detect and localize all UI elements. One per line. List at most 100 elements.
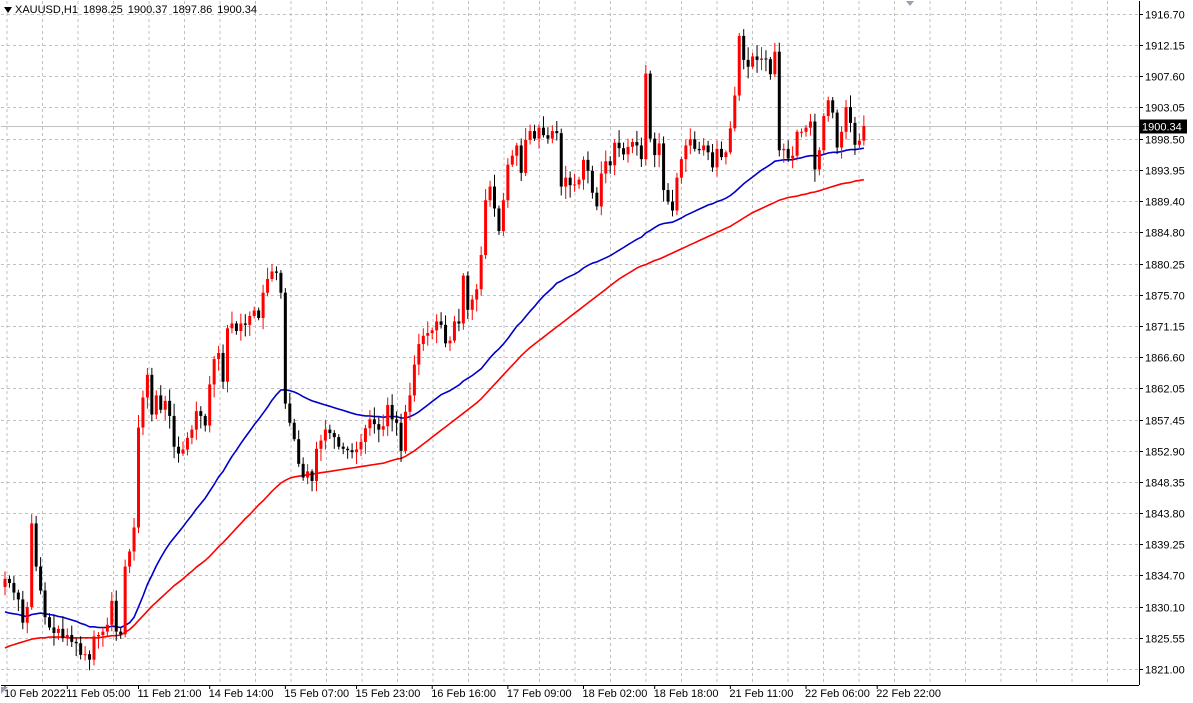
candle-body [355,449,359,453]
candle-body [684,145,688,160]
candle-body [283,292,287,404]
candle-body [123,566,127,635]
moving-average-slow [4,178,865,649]
candle-body [297,439,301,464]
x-tick-label: 14 Feb 14:00 [209,688,274,700]
candle-body [822,116,826,151]
candle-body [7,578,11,583]
candle-body [30,523,34,607]
candle-body [653,138,657,156]
candle-body [359,441,363,450]
candle-body [800,131,804,133]
candle-body [760,58,763,60]
candle-body [590,170,594,193]
candle-body [452,321,456,341]
candle-body [34,523,38,567]
candle-body [163,400,167,410]
candle-body [332,433,336,438]
candle-body [43,590,47,618]
candle-body [159,395,163,410]
candle-body [573,184,577,186]
candle-body [168,400,172,416]
candle-body [79,643,83,655]
candle-body [488,186,492,201]
y-tick-label: 1862.05 [1145,384,1185,396]
candle-body [404,411,407,451]
candle-body [831,100,835,113]
x-tick-label: 22 Feb 22:00 [876,688,941,700]
candle-body [613,142,617,166]
x-tick-label: 15 Feb 07:00 [284,688,349,700]
x-tick-label: 22 Feb 06:00 [805,688,870,700]
candle-body [528,131,532,140]
candle-body [635,142,639,146]
candle-body [74,641,78,644]
candle-body [132,527,136,552]
candle-body [92,636,96,660]
candle-body [537,127,541,139]
x-tick-label: 11 Feb 05:00 [66,688,130,700]
y-tick-label: 1903.05 [1145,103,1185,115]
candle-body [114,600,118,632]
candle-body [506,164,510,201]
candle-body [288,403,292,423]
candle-body [782,148,786,151]
candle-body [177,446,181,454]
candle-body [221,352,225,382]
x-tick-label: 15 Feb 23:00 [356,688,421,700]
candle-body [395,419,399,423]
candle-body [346,448,350,451]
candle-body [497,208,501,232]
candle-body [70,635,74,642]
candle-body [39,566,43,591]
candle-body [368,419,372,429]
candle-body [622,148,626,155]
candle-body [181,449,185,454]
y-tick-label: 1893.95 [1145,166,1185,178]
candle-body [479,255,483,290]
candle-body [301,463,305,478]
candle-body [341,446,345,449]
candle-body [493,186,496,209]
candle-body [564,177,568,187]
candle-body [421,335,425,345]
candle-body [844,107,848,132]
chart-canvas[interactable]: 1916.70 1912.15 1907.60 1903.05 1898.50 1893.… [0,0,1193,703]
candle-body [274,271,278,273]
price-chart[interactable]: XAUUSD,H1 1898.25 1900.37 1897.86 1900.34 19… [0,0,1193,703]
candle-body [323,429,327,441]
candle-body [185,437,189,450]
candle-body [617,142,621,149]
candle-body [257,310,261,319]
y-tick-label: 1830.10 [1145,603,1185,615]
candle-body [203,415,207,426]
triangle-down-icon[interactable] [4,6,12,13]
candle-body [786,148,790,159]
candle-body [475,289,479,300]
ohlc-high: 1900.37 [127,4,168,16]
candle-body [777,51,781,151]
chart-shift-icon[interactable] [906,1,914,6]
candle-body [742,35,746,60]
candle-body [541,127,545,136]
candle-body [768,59,772,75]
ohlc-close: 1900.34 [217,4,258,16]
candle-body [466,275,470,310]
candle-body [417,344,421,365]
candle-body [711,152,715,168]
candle-body [137,427,140,528]
candle-body [568,177,572,186]
candle-body [533,131,537,139]
candle-body [234,323,238,332]
y-tick-label: 1875.70 [1145,291,1185,303]
candle-body [248,315,252,325]
candle-body [773,51,777,75]
candle-body [519,145,523,173]
x-tick-label: 18 Feb 18:00 [654,688,719,700]
candle-body [461,275,465,324]
candle-body [817,150,821,170]
candle-body [306,471,310,478]
x-tick-label: 11 Feb 21:00 [138,688,202,700]
candle-body [217,352,221,360]
candle-body [239,323,243,332]
